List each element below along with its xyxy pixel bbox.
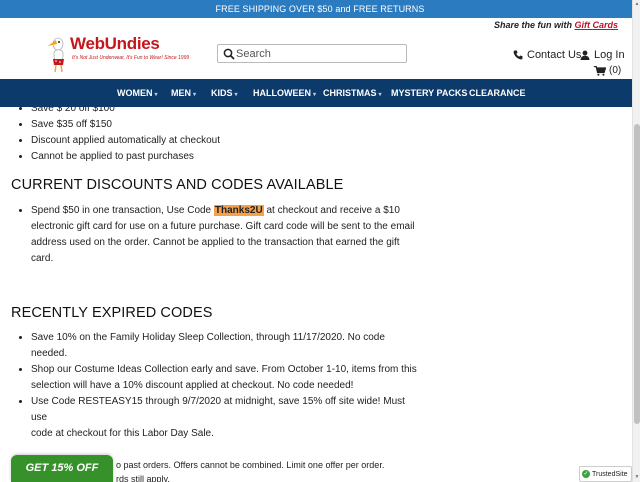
- list-item: Shop our Costume Ideas Collection early …: [31, 362, 420, 394]
- chevron-down-icon: ▾: [378, 92, 382, 98]
- item-text: Use Code RESTEASY15 through 9/7/2020 at …: [31, 396, 405, 423]
- item-text: electronic gift card for use on a future…: [31, 221, 415, 232]
- scroll-down-icon[interactable]: ▼: [634, 474, 640, 480]
- current-discounts-heading: CURRENT DISCOUNTS AND CODES AVAILABLE: [11, 177, 344, 193]
- contact-us-label: Contact Us: [527, 49, 582, 61]
- item-text: Shop our Costume Ideas Collection early …: [31, 364, 417, 375]
- nav-label: MYSTERY PACKS: [391, 88, 468, 98]
- chevron-down-icon: ▾: [234, 92, 238, 98]
- free-shipping-banner: FREE SHIPPING OVER $50 and FREE RETURNS: [0, 0, 640, 18]
- nav-label: HALLOWEEN: [253, 88, 311, 98]
- chevron-down-icon: ▾: [193, 92, 197, 98]
- search-box[interactable]: [217, 44, 407, 63]
- scrollbar-thumb[interactable]: [634, 124, 640, 424]
- page-scrollbar[interactable]: ▲ ▼: [632, 0, 640, 482]
- get-15-off-button[interactable]: GET 15% OFF: [11, 455, 113, 482]
- list-item: Discount applied automatically at checko…: [31, 133, 420, 149]
- nav-label: CHRISTMAS: [323, 88, 377, 98]
- cart-link[interactable]: (0): [594, 65, 621, 76]
- list-item: Save $35 off $150: [31, 117, 420, 133]
- item-text: address used on the order. Cannot be app…: [31, 237, 400, 248]
- contact-us-link[interactable]: Contact Us: [513, 49, 581, 61]
- search-icon[interactable]: [223, 48, 235, 60]
- item-text: Save 10% on the Family Holiday Sleep Col…: [31, 332, 385, 343]
- check-icon: ✓: [582, 470, 590, 478]
- webundies-logo[interactable]: WebUndies It's Not Just Underwear, It's …: [46, 30, 189, 74]
- item-text: at checkout and receive a $10: [263, 205, 400, 216]
- nav-item-kids[interactable]: KIDS ▾: [211, 88, 238, 98]
- logo-tagline: It's Not Just Underwear, It's Fun to Wea…: [72, 55, 190, 61]
- item-text: selection will have a 10% discount appli…: [31, 380, 354, 391]
- trustedsite-badge[interactable]: ✓ TrustedSite: [579, 466, 632, 482]
- promo-code-highlight: Thanks2U: [213, 205, 264, 216]
- banner-text: FREE SHIPPING OVER $50 and FREE RETURNS: [215, 4, 425, 14]
- discount-tier-list: Save $ 20 off $100 Save $35 off $150 Dis…: [0, 107, 420, 165]
- nav-label: MEN: [171, 88, 191, 98]
- gift-cards-link[interactable]: Gift Cards: [574, 20, 618, 30]
- login-link[interactable]: Log In: [580, 49, 625, 61]
- terms-text: rds still apply.: [116, 474, 170, 482]
- pelican-mascot-icon: [48, 37, 64, 73]
- item-text: Spend $50 in one transaction, Use Code: [31, 205, 214, 216]
- share-the-fun: Share the fun with Gift Cards: [494, 20, 618, 30]
- search-input[interactable]: [236, 46, 404, 61]
- list-item: Cannot be applied to past purchases: [31, 149, 420, 165]
- nav-item-clearance[interactable]: CLEARANCE: [469, 88, 526, 98]
- nav-item-christmas[interactable]: CHRISTMAS ▾: [323, 88, 382, 98]
- share-text: Share the fun with: [493, 20, 575, 30]
- expired-codes-heading: RECENTLY EXPIRED CODES: [11, 305, 213, 321]
- nav-label: KIDS: [211, 88, 233, 98]
- login-label: Log In: [594, 49, 625, 61]
- nav-label: WOMEN: [117, 88, 153, 98]
- expired-codes-list: Save 10% on the Family Holiday Sleep Col…: [0, 330, 420, 442]
- item-text: needed.: [31, 348, 68, 359]
- list-item: Use Code RESTEASY15 through 9/7/2020 at …: [31, 394, 420, 442]
- scroll-up-icon[interactable]: ▲: [634, 1, 640, 7]
- site-header: Share the fun with Gift Cards WebUndies …: [0, 18, 632, 78]
- list-item: Spend $50 in one transaction, Use Code T…: [31, 203, 420, 267]
- trustedsite-label: TrustedSite: [592, 470, 628, 478]
- nav-label: CLEARANCE: [469, 88, 526, 98]
- list-item: Save $ 20 off $100: [31, 107, 420, 117]
- chevron-down-icon: ▾: [313, 92, 317, 98]
- nav-item-halloween[interactable]: HALLOWEEN ▾: [253, 88, 316, 98]
- main-navigation: WOMEN ▾ MEN ▾ KIDS ▾ HALLOWEEN ▾ CHRISTMAS ▾ …: [0, 79, 632, 107]
- logo-name: WebUndies: [70, 34, 160, 53]
- nav-item-men[interactable]: MEN ▾: [171, 88, 196, 98]
- item-text: code at checkout for this Labor Day Sale…: [31, 428, 214, 439]
- page-content: Save $ 20 off $100 Save $35 off $150 Dis…: [0, 107, 632, 482]
- phone-icon: [513, 50, 523, 60]
- nav-item-mystery-packs[interactable]: MYSTERY PACKS: [391, 88, 467, 98]
- list-item: Save 10% on the Family Holiday Sleep Col…: [31, 330, 420, 362]
- item-text: card.: [31, 253, 54, 264]
- nav-item-women[interactable]: WOMEN ▾: [117, 88, 158, 98]
- shopping-cart-icon: [594, 65, 606, 76]
- user-icon: [580, 50, 590, 60]
- cart-count: (0): [609, 65, 622, 76]
- terms-text: o past orders. Offers cannot be combined…: [116, 460, 385, 470]
- chevron-down-icon: ▾: [154, 92, 158, 98]
- current-codes-list: Spend $50 in one transaction, Use Code T…: [0, 203, 420, 267]
